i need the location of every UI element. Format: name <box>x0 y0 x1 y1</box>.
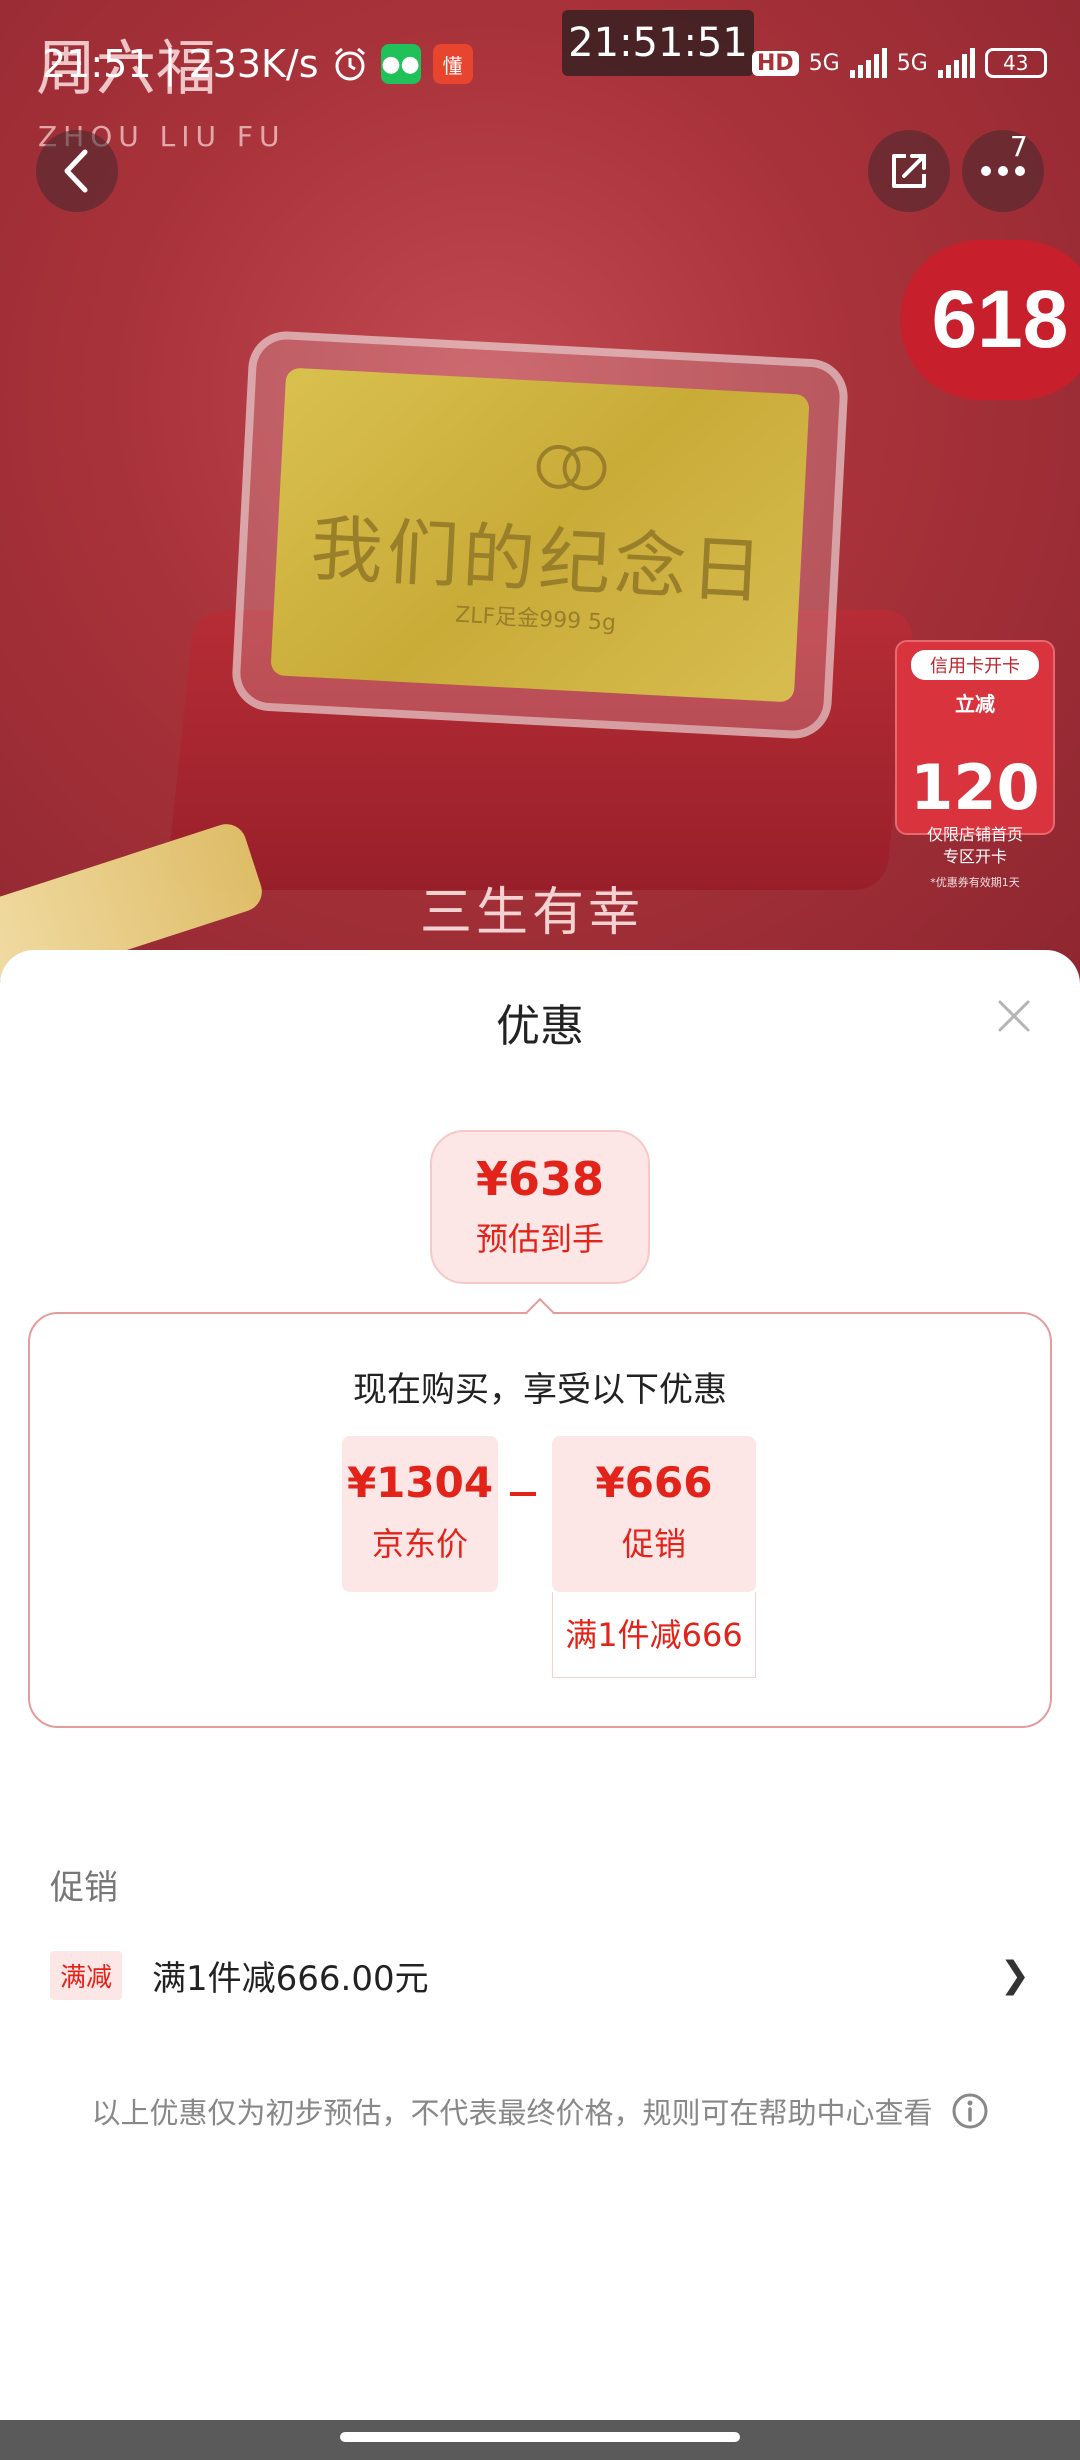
sheet-title: 优惠 <box>496 1001 584 1052</box>
estimated-price: ¥638 <box>475 1152 605 1206</box>
gesture-bar <box>0 2420 1080 2460</box>
back-button[interactable] <box>36 130 118 212</box>
disclaimer-text: 以上优惠仅为初步预估，不代表最终价格，规则可在帮助中心查看 <box>91 2096 933 2130</box>
jd-price-card: ¥1304 京东价 <box>342 1436 498 1592</box>
promo-price-card: ¥666 促销 <box>552 1436 756 1592</box>
credit-card-promo[interactable]: 信用卡开卡 立减120 仅限店铺首页 专区开卡 *优惠券有效期1天 <box>895 640 1055 889</box>
back-icon <box>64 149 88 193</box>
close-icon[interactable] <box>994 996 1034 1036</box>
credit-card-note: *优惠券有效期1天 <box>930 876 1020 889</box>
promo-price-label: 促销 <box>621 1525 686 1563</box>
more-icon <box>981 166 1025 176</box>
estimated-price-label: 预估到手 <box>475 1220 604 1258</box>
hd-icon: HD <box>752 50 799 76</box>
credit-card-title: 信用卡开卡 <box>911 650 1039 680</box>
gold-bar: 我们的纪念日 ZLF足金999 5g <box>270 367 810 703</box>
signal-icon-1 <box>849 48 887 78</box>
promo-type-tag: 满减 <box>50 1950 123 2000</box>
promo-rule-note: 满1件减666 <box>552 1592 756 1678</box>
discount-box-title: 现在购买，享受以下优惠 <box>353 1370 727 1410</box>
promo-description: 满1件减666.00元 <box>152 1958 429 1999</box>
signal-icon-2 <box>937 48 975 78</box>
network-label-2: 5G <box>896 50 928 76</box>
status-bar: 21:51 | 233K/s ●● 懂 21:51:51 HD 5G 5G 43 <box>0 0 1080 120</box>
price-disclaimer: 以上优惠仅为初步预估，不代表最终价格，规则可在帮助中心查看 <box>0 2090 1080 2132</box>
rings-icon <box>536 444 607 491</box>
battery-icon: 43 <box>984 48 1047 78</box>
clock-overlay: 21:51:51 <box>562 10 754 76</box>
more-button[interactable] <box>962 130 1044 212</box>
status-right: HD 5G 5G 43 <box>752 48 1047 78</box>
estimated-price-pill: ¥638 预估到手 <box>430 1130 650 1284</box>
promo-price-value: ¥666 <box>595 1458 713 1507</box>
network-label-1: 5G <box>808 50 840 76</box>
minus-sign <box>510 1492 536 1496</box>
promotion-row[interactable]: 满减 满1件减666.00元 ❯ <box>50 1935 1030 2015</box>
promotion-section-title: 促销 <box>50 1868 118 1908</box>
time-network: 21:51 | 233K/s <box>42 42 319 86</box>
credit-card-amount: 立减120 <box>910 692 1040 824</box>
share-icon <box>892 154 926 188</box>
promo-badge-618: 618 <box>900 240 1080 400</box>
product-slogan: 三生有幸 <box>420 883 645 943</box>
wechat-icon: ●● <box>380 44 421 84</box>
credit-card-line2: 专区开卡 <box>942 847 1007 866</box>
status-left: 21:51 | 233K/s ●● 懂 <box>42 42 473 86</box>
gold-bar-case: 我们的纪念日 ZLF足金999 5g <box>230 329 850 741</box>
credit-card-line1: 仅限店铺首页 <box>926 825 1023 844</box>
share-button[interactable] <box>868 130 950 212</box>
discount-breakdown-box: 现在购买，享受以下优惠 ¥1304 京东价 ¥666 促销 满1件减666 <box>28 1312 1052 1728</box>
discount-sheet: 优惠 ¥638 预估到手 现在购买，享受以下优惠 ¥1304 京东价 ¥666 … <box>0 950 1080 2420</box>
app-notification-icon: 懂 <box>432 44 473 84</box>
home-indicator[interactable] <box>340 2432 740 2442</box>
alarm-icon <box>334 47 365 81</box>
jd-price-value: ¥1304 <box>346 1458 494 1507</box>
chevron-right-icon: ❯ <box>999 1954 1030 1996</box>
info-icon[interactable] <box>951 2092 989 2130</box>
jd-price-label: 京东价 <box>371 1525 468 1563</box>
more-notification-badge: 7 <box>1010 130 1028 163</box>
